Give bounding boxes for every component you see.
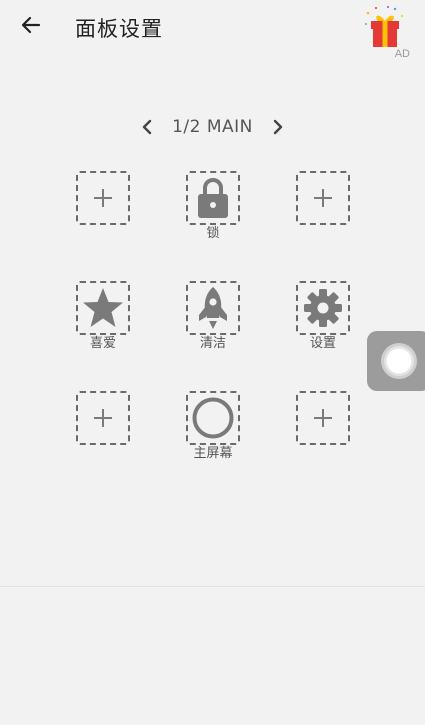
plus-icon	[94, 189, 112, 207]
plus-icon	[314, 189, 332, 207]
panel-slot-settings[interactable]: 设置	[293, 281, 353, 352]
prev-page-button[interactable]	[138, 115, 156, 139]
page-switcher: 1/2 MAIN	[0, 112, 425, 142]
panel-slot-lock[interactable]: 锁	[183, 171, 243, 242]
slot-box	[186, 391, 240, 445]
slot-label	[293, 226, 353, 242]
panel-slot-favorites[interactable]: 喜爱	[73, 281, 133, 352]
floating-assistive-button[interactable]	[367, 331, 425, 391]
slot-box	[296, 281, 350, 335]
rocket-icon	[199, 287, 227, 329]
plus-icon	[314, 409, 332, 427]
star-icon	[83, 288, 123, 327]
panel-slot[interactable]	[293, 391, 353, 462]
slot-box	[296, 171, 350, 225]
chevron-right-icon	[273, 119, 283, 135]
panel-slot[interactable]	[73, 171, 133, 242]
slot-label	[293, 446, 353, 462]
panel-slot[interactable]	[293, 171, 353, 242]
chevron-left-icon	[142, 119, 152, 135]
page-indicator: 1/2 MAIN	[172, 117, 253, 137]
slot-box	[76, 171, 130, 225]
page-title: 面板设置	[75, 17, 163, 41]
arrow-left-icon	[19, 13, 43, 41]
next-page-button[interactable]	[269, 115, 287, 139]
slot-label: 主屏幕	[193, 446, 233, 461]
circle-icon	[192, 397, 234, 439]
panel-slot-clean[interactable]: 清洁	[183, 281, 243, 352]
ad-badge: AD	[394, 48, 410, 60]
slot-label: 喜爱	[89, 336, 116, 351]
slot-box	[186, 281, 240, 335]
divider	[0, 586, 425, 587]
gear-icon	[304, 289, 342, 327]
slot-label: 锁	[206, 226, 220, 241]
slot-box	[76, 281, 130, 335]
slot-label	[73, 446, 133, 462]
back-button[interactable]	[14, 12, 48, 42]
panel-slot-home[interactable]: 主屏幕	[183, 391, 243, 462]
slot-label: 设置	[309, 336, 336, 351]
plus-icon	[94, 409, 112, 427]
assistive-touch-icon	[381, 343, 417, 379]
slot-label: 清洁	[199, 336, 226, 351]
slot-box	[76, 391, 130, 445]
slot-label	[73, 226, 133, 242]
panel-slot[interactable]	[73, 391, 133, 462]
slot-box	[296, 391, 350, 445]
lock-icon	[198, 178, 228, 218]
ad-gift-button[interactable]: AD	[362, 4, 418, 60]
top-bar: 面板设置 AD	[0, 0, 425, 60]
slot-box	[186, 171, 240, 225]
